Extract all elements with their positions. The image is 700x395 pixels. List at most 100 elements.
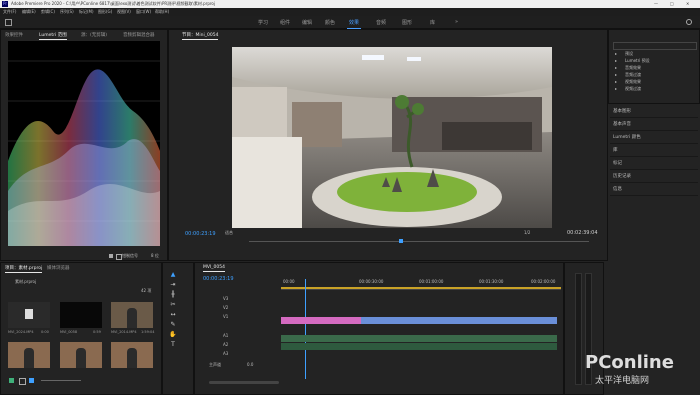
selection-tool-icon[interactable]: ▲ [169, 271, 177, 279]
app-logo-icon: Pr [2, 1, 8, 7]
maximize-button[interactable]: □ [670, 2, 674, 6]
master-volume-value[interactable]: 0.0 [247, 363, 253, 367]
video-clip[interactable] [281, 317, 361, 324]
program-timecode-current[interactable]: 00:00:23:19 [185, 231, 216, 237]
workspace-editing[interactable]: 编辑 [302, 19, 312, 26]
menu-marker[interactable]: 标记(M) [79, 10, 94, 14]
chevron-right-icon: ▸ [615, 51, 618, 56]
tab-audio-clip-mixer[interactable]: 音频剪辑混合器 [123, 32, 155, 38]
section-lumetri-color[interactable]: Lumetri 颜色 [610, 130, 698, 144]
program-monitor: 节目：Mini_0054 00:00:23:19 适合 1/2 00:02:39… [168, 29, 608, 289]
section-markers[interactable]: 标记 [610, 156, 698, 170]
new-item-icon[interactable] [9, 378, 14, 383]
project-item-thumbnail[interactable] [60, 342, 102, 368]
project-item-thumbnail[interactable] [111, 302, 153, 328]
time-ruler[interactable]: 00:00 00:00:30:00 00:01:00:00 00:01:30:0… [281, 279, 561, 290]
tree-item[interactable]: 视频效果 [625, 80, 641, 84]
list-view-icon[interactable] [19, 378, 26, 385]
workspace-assembly[interactable]: 组件 [280, 19, 290, 26]
workspace-graphics[interactable]: 图形 [402, 19, 412, 26]
audio-clip[interactable] [281, 343, 557, 350]
close-button[interactable]: ✕ [686, 2, 689, 6]
chevron-right-icon: ▸ [615, 58, 618, 63]
section-libraries[interactable]: 库 [610, 143, 698, 157]
menu-clip[interactable]: 剪辑(C) [41, 10, 55, 14]
section-info[interactable]: 信息 [610, 182, 698, 196]
minimize-button[interactable]: — [654, 2, 658, 6]
workspace-more-icon[interactable]: » [455, 19, 458, 25]
video-clip[interactable] [361, 317, 401, 324]
razor-tool-icon[interactable]: ✂ [169, 301, 177, 309]
home-icon[interactable] [5, 19, 12, 26]
program-scrubber[interactable] [249, 241, 589, 242]
menu-view[interactable]: 视图(V) [117, 10, 131, 14]
track-label-v3[interactable]: V3 [223, 297, 228, 301]
tab-media-browser[interactable]: 媒体浏览器 [47, 265, 70, 271]
track-label-a3[interactable]: A3 [223, 352, 228, 356]
section-essential-graphics[interactable]: 基本图形 [610, 104, 698, 118]
pen-tool-icon[interactable]: ✎ [169, 321, 177, 329]
section-essential-sound[interactable]: 基本声音 [610, 117, 698, 131]
type-tool-icon[interactable]: T [169, 341, 177, 349]
master-track-label: 主声道 [209, 362, 221, 367]
wrench-icon[interactable] [109, 254, 113, 258]
ruler-label: 00:02:00:00 [531, 279, 556, 284]
fit-dropdown[interactable]: 适合 [225, 231, 233, 235]
track-label-a1[interactable]: A1 [223, 334, 228, 338]
tree-item[interactable]: 视频过渡 [625, 87, 641, 91]
playhead-marker[interactable] [399, 239, 403, 243]
menu-help[interactable]: 帮助(H) [155, 10, 169, 14]
file-icon [25, 309, 33, 319]
tab-sequence[interactable]: MVI_0054 [203, 265, 225, 272]
ripple-edit-tool-icon[interactable]: ╫ [169, 291, 177, 299]
ruler-label: 00:01:30:00 [479, 279, 504, 284]
video-clip[interactable] [521, 317, 557, 324]
video-clip[interactable] [401, 317, 451, 324]
menu-graphics[interactable]: 图形(G) [98, 10, 112, 14]
tree-item[interactable]: 音频效果 [625, 66, 641, 70]
chevron-right-icon: ▸ [615, 65, 618, 70]
hand-tool-icon[interactable]: ✋ [169, 331, 177, 339]
track-label-a2[interactable]: A2 [223, 343, 228, 347]
section-history[interactable]: 历史记录 [610, 169, 698, 183]
slip-tool-icon[interactable]: ↔ [169, 311, 177, 319]
project-item-thumbnail[interactable] [8, 342, 50, 368]
timeline-timecode[interactable]: 00:00:23:19 [203, 276, 234, 282]
tab-program[interactable]: 节目：Mini_0054 [182, 32, 219, 40]
project-item-thumbnail[interactable] [60, 302, 102, 328]
audio-clip[interactable] [281, 335, 557, 342]
menu-window[interactable]: 窗口(W) [136, 10, 151, 14]
workspace-effects[interactable]: 效果 [346, 19, 362, 29]
project-item-thumbnail[interactable] [111, 342, 153, 368]
tab-source[interactable]: 源：(无剪辑) [81, 32, 107, 38]
project-item-thumbnail[interactable] [8, 302, 50, 328]
work-area-bar[interactable] [281, 287, 561, 289]
resolution-dropdown[interactable]: 1/2 [524, 231, 530, 235]
search-icon[interactable] [686, 19, 692, 25]
tree-item[interactable]: 预设 [625, 52, 633, 56]
timeline-zoom-scrollbar[interactable] [209, 381, 279, 384]
menu-edit[interactable]: 编辑(E) [22, 10, 36, 14]
workspace-color[interactable]: 颜色 [325, 19, 335, 26]
icon-view-icon[interactable] [29, 378, 34, 383]
ruler-label: 00:00 [283, 279, 295, 284]
track-label-v2[interactable]: V2 [223, 306, 228, 310]
menu-file[interactable]: 文件(F) [3, 10, 16, 14]
tree-item[interactable]: 音频过渡 [625, 73, 641, 77]
project-panel: 项目：素材.prproj 媒体浏览器 素材.prproj 42 项 MVI_20… [0, 262, 162, 395]
menu-sequence[interactable]: 序列(S) [60, 10, 74, 14]
effects-search-input[interactable] [613, 42, 697, 50]
tree-item[interactable]: Lumetri 预设 [625, 59, 650, 63]
timeline-playhead[interactable] [305, 279, 306, 379]
zoom-slider[interactable] [41, 380, 81, 381]
workspace-libraries[interactable]: 库 [430, 19, 435, 26]
track-select-tool-icon[interactable]: ⇥ [169, 281, 177, 289]
tab-lumetri-scopes[interactable]: Lumetri 范围 [39, 32, 67, 40]
tab-effect-controls[interactable]: 效果控件 [5, 32, 23, 38]
workspace-learn[interactable]: 学习 [258, 19, 268, 26]
office-scene-image [232, 47, 552, 228]
tab-project[interactable]: 项目：素材.prproj [5, 265, 43, 273]
video-clip[interactable] [451, 317, 521, 324]
track-label-v1[interactable]: V1 [223, 315, 228, 319]
workspace-audio[interactable]: 音频 [376, 19, 386, 26]
